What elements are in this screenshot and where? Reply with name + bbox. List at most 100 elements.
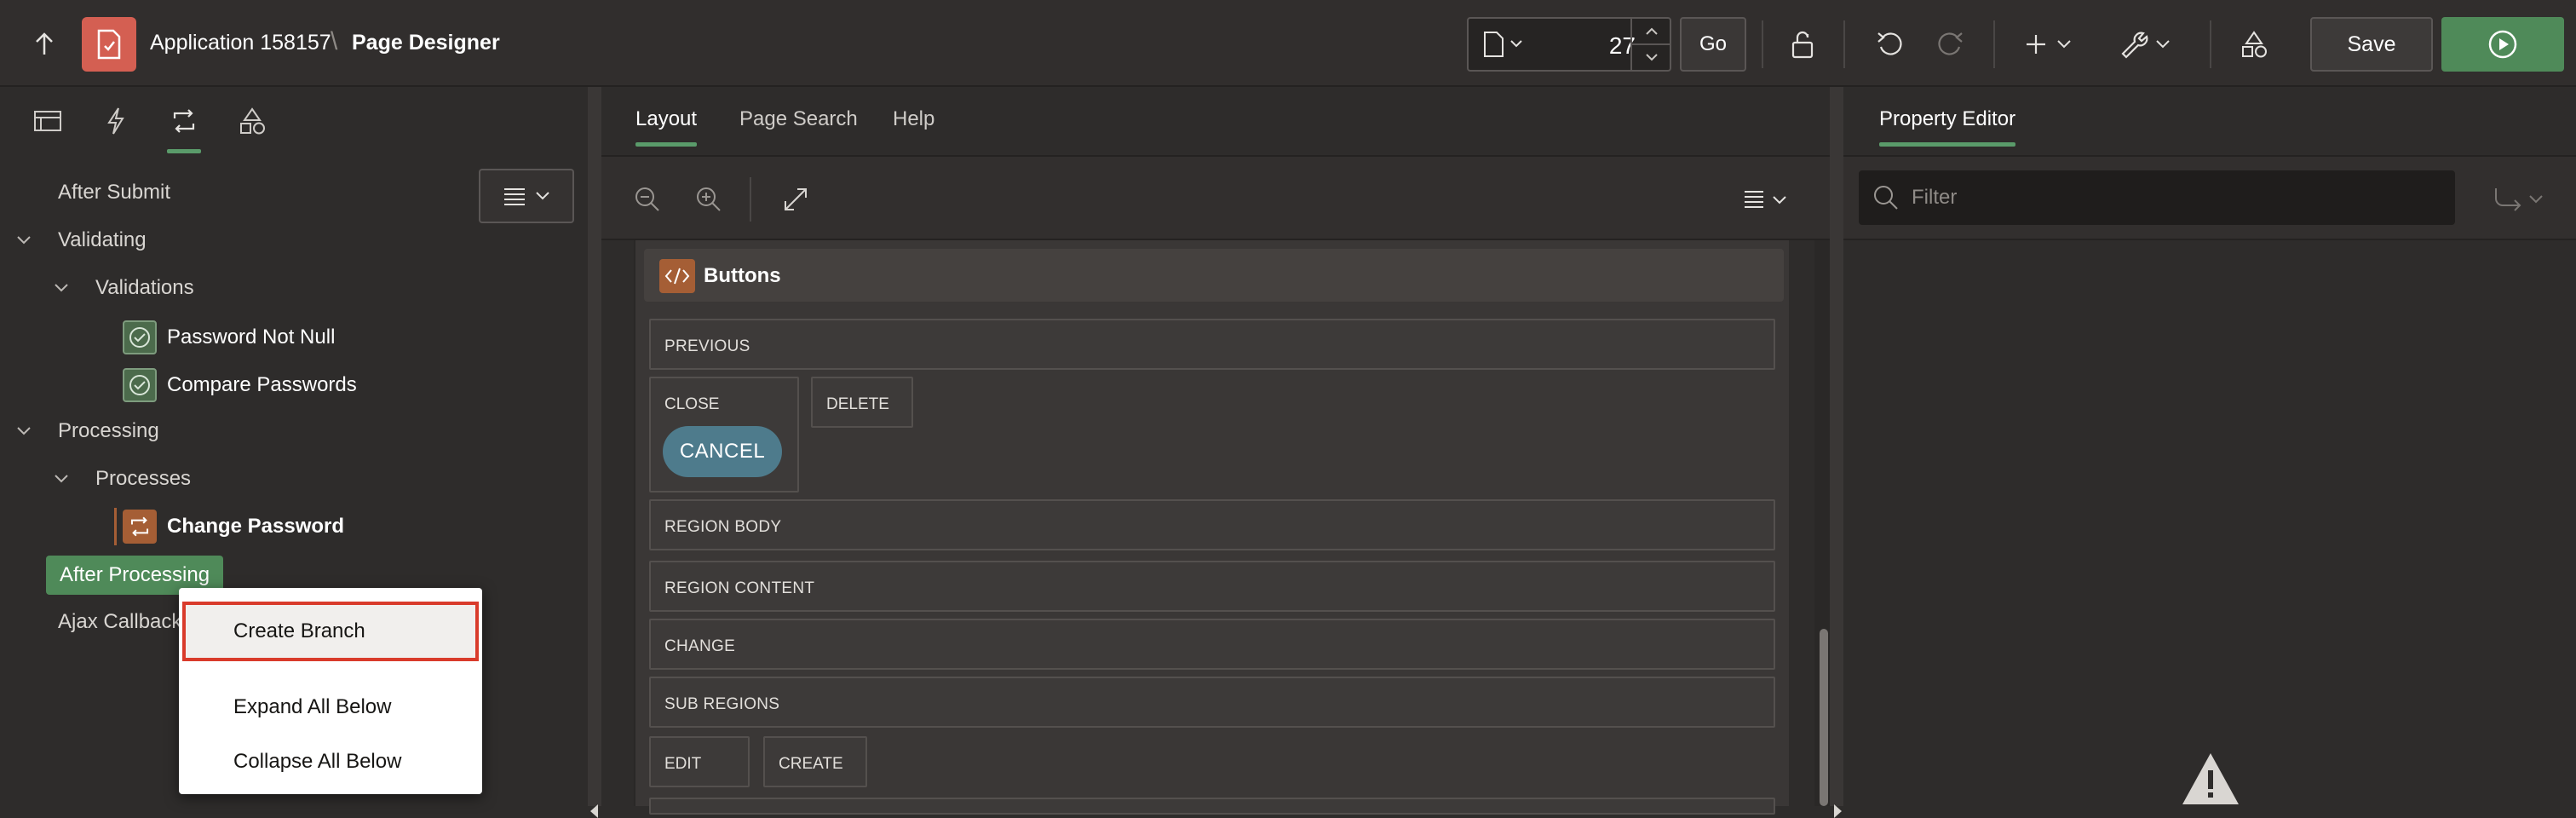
layout-canvas: Buttons PREVIOUS CLOSE CANCEL DELETE REG…: [634, 240, 1789, 815]
menu-item-create-branch[interactable]: Create Branch: [182, 602, 479, 661]
tab-property-editor[interactable]: Property Editor: [1879, 107, 2016, 147]
right-pane: Property Editor: [1843, 87, 2576, 806]
undo-icon[interactable]: [1867, 24, 1912, 65]
menu-item-collapse-all-below[interactable]: Collapse All Below: [179, 734, 482, 789]
redo-icon[interactable]: [1929, 24, 1973, 65]
page-number-stepper[interactable]: [1630, 19, 1671, 70]
tree-node-validations[interactable]: Validations: [95, 268, 194, 308]
tab-layout[interactable]: Layout: [635, 107, 698, 147]
tree-node-compare-passwords[interactable]: Compare Passwords: [167, 365, 357, 406]
filter-input[interactable]: [1912, 184, 2423, 211]
processing-tab-icon[interactable]: [164, 101, 204, 153]
breadcrumb-separator: \: [331, 27, 338, 55]
chevron-down-icon: [536, 192, 549, 200]
expand-icon[interactable]: [777, 181, 814, 218]
region-title: Buttons: [704, 264, 781, 287]
tree-node-validating[interactable]: Validating: [58, 220, 147, 261]
property-editor-toolbar: [1843, 155, 2576, 240]
tree-node-after-submit[interactable]: After Submit: [58, 172, 170, 213]
position-delete[interactable]: DELETE: [811, 377, 913, 428]
tree-node-processing[interactable]: Processing: [58, 411, 159, 452]
tree-node-password-not-null[interactable]: Password Not Null: [167, 317, 335, 358]
center-pane: Layout Page Search Help Buttons PREVIOUS…: [601, 87, 1830, 815]
shared-components-icon[interactable]: [2232, 24, 2276, 65]
chevron-down-icon[interactable]: [14, 421, 34, 441]
tab-help[interactable]: Help: [893, 107, 934, 131]
canvas-scrollbar-thumb[interactable]: [1820, 629, 1828, 806]
application-title[interactable]: Application 158157: [150, 31, 331, 55]
page-title: Page Designer: [352, 31, 500, 55]
unlock-icon[interactable]: [1780, 24, 1825, 65]
validation-check-icon: [123, 320, 157, 354]
collapse-left-arrow-icon[interactable]: [590, 804, 598, 818]
position-label: CLOSE: [664, 395, 720, 413]
go-to-group-button[interactable]: [2486, 181, 2550, 218]
position-create[interactable]: CREATE: [763, 736, 867, 787]
tree-node-change-password[interactable]: Change Password: [167, 506, 344, 547]
position-previous[interactable]: PREVIOUS: [649, 319, 1775, 370]
search-icon: [1874, 186, 1898, 210]
position-edit[interactable]: EDIT: [649, 736, 750, 787]
go-button[interactable]: Go: [1680, 17, 1746, 72]
go-to-group-icon: [2495, 188, 2521, 211]
page-number-input[interactable]: [1567, 32, 1636, 60]
filter-box: [1859, 170, 2455, 225]
code-icon: [659, 259, 695, 293]
tree-menu-button[interactable]: [479, 169, 574, 223]
position-label: REGION CONTENT: [664, 579, 815, 597]
menu-item-expand-all-below[interactable]: Expand All Below: [179, 680, 482, 734]
zoom-out-icon[interactable]: [629, 181, 666, 218]
toolbar-divider: [750, 177, 751, 222]
cancel-button[interactable]: CANCEL: [663, 426, 782, 477]
zoom-in-icon[interactable]: [690, 181, 727, 218]
position-label: REGION BODY: [664, 518, 782, 536]
chevron-down-icon[interactable]: [51, 278, 72, 298]
left-splitter[interactable]: [588, 87, 601, 818]
position-region-body[interactable]: REGION BODY: [649, 499, 1775, 550]
application-icon[interactable]: [82, 17, 136, 72]
buttons-region-header[interactable]: Buttons: [644, 249, 1784, 302]
menu-icon: [504, 188, 525, 205]
play-icon: [2488, 30, 2517, 59]
rendering-tab-icon[interactable]: [27, 101, 68, 141]
wrench-utilities-icon[interactable]: [2116, 24, 2176, 65]
create-menu-icon[interactable]: [2024, 24, 2079, 65]
up-arrow-icon[interactable]: [24, 26, 65, 63]
layout-menu-button[interactable]: [1741, 181, 1796, 218]
position-label: PREVIOUS: [664, 337, 750, 355]
tree-node-processes[interactable]: Processes: [95, 458, 191, 499]
page-icon[interactable]: [1482, 31, 1528, 58]
position-close[interactable]: CLOSE CANCEL: [649, 377, 799, 493]
run-page-button[interactable]: [2441, 17, 2564, 72]
tab-page-search[interactable]: Page Search: [739, 107, 858, 131]
chevron-down-icon[interactable]: [14, 230, 34, 251]
position-region-content[interactable]: REGION CONTENT: [649, 561, 1775, 612]
toolbar-divider: [1843, 20, 1845, 68]
page-shared-components-tab-icon[interactable]: [232, 101, 273, 141]
toolbar-divider: [1993, 20, 1995, 68]
position-label: CREATE: [779, 755, 843, 773]
process-icon: [123, 510, 157, 544]
left-pane-tabs: [0, 87, 588, 155]
validation-check-icon: [123, 368, 157, 402]
position-sub-regions[interactable]: SUB REGIONS: [649, 677, 1775, 728]
layout-toolbar: [601, 155, 1830, 240]
chevron-down-icon: [2529, 195, 2543, 204]
page-selector[interactable]: [1467, 17, 1671, 72]
right-splitter[interactable]: [1830, 87, 1843, 818]
position-label: CHANGE: [664, 637, 736, 655]
position-label: DELETE: [826, 395, 889, 413]
context-menu: Create Branch Expand All Below Collapse …: [179, 588, 482, 794]
position-label: SUB REGIONS: [664, 695, 780, 713]
toolbar-divider: [1762, 20, 1763, 68]
tree-node-ajax-callback[interactable]: Ajax Callback: [58, 602, 181, 642]
dynamic-actions-tab-icon[interactable]: [95, 101, 136, 141]
chevron-down-icon[interactable]: [51, 469, 72, 489]
collapse-right-arrow-icon[interactable]: [1834, 804, 1842, 818]
position-change[interactable]: CHANGE: [649, 619, 1775, 670]
header-bar: Application 158157 \ Page Designer Go Sa…: [0, 0, 2576, 87]
process-marker: [114, 508, 117, 545]
toolbar-divider: [2210, 20, 2211, 68]
position-next[interactable]: [649, 798, 1775, 815]
save-button[interactable]: Save: [2310, 17, 2433, 72]
